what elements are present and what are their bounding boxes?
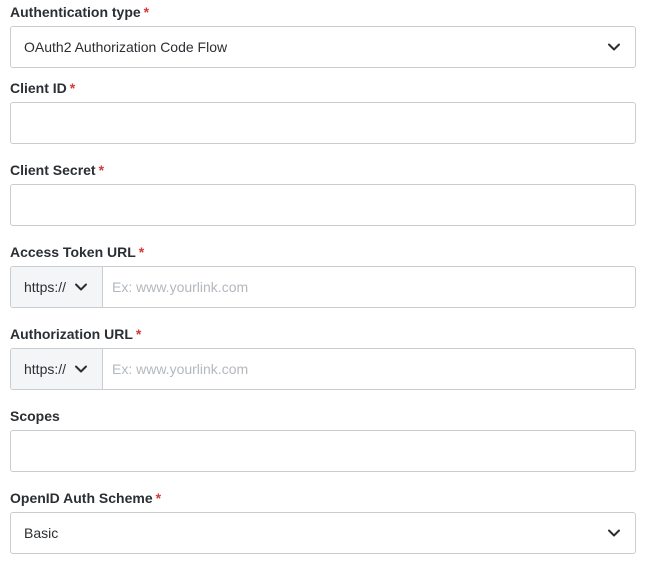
- openid-auth-scheme-label-text: OpenID Auth Scheme: [10, 490, 153, 506]
- authorization-protocol-select[interactable]: https://: [11, 349, 103, 389]
- authentication-type-label: Authentication type *: [10, 2, 636, 22]
- scopes-input[interactable]: [10, 430, 636, 472]
- access-token-protocol-select[interactable]: https://: [11, 267, 103, 307]
- client-secret-input[interactable]: [10, 184, 636, 226]
- client-secret-label-text: Client Secret: [10, 162, 96, 178]
- access-token-url-label: Access Token URL *: [10, 242, 636, 262]
- openid-auth-scheme-value: Basic: [24, 525, 59, 541]
- scopes-label: Scopes: [10, 408, 60, 424]
- authentication-type-select[interactable]: OAuth2 Authorization Code Flow: [10, 26, 636, 68]
- client-id-field: Client ID *: [10, 78, 636, 144]
- client-id-label-text: Client ID: [10, 80, 67, 96]
- authentication-type-field: Authentication type * OAuth2 Authorizatio…: [10, 2, 636, 68]
- chevron-down-icon: [75, 283, 88, 291]
- required-asterisk: *: [98, 162, 105, 178]
- client-secret-field: Client Secret *: [10, 160, 636, 226]
- access-token-url-input[interactable]: [103, 267, 635, 307]
- client-id-label: Client ID *: [10, 78, 636, 98]
- chevron-down-icon: [75, 365, 88, 373]
- authorization-url-field: Authorization URL * https://: [10, 324, 636, 390]
- authorization-protocol-value: https://: [24, 361, 67, 377]
- client-secret-label: Client Secret *: [10, 160, 636, 180]
- required-asterisk: *: [155, 490, 162, 506]
- scopes-field: Scopes: [10, 406, 636, 472]
- required-asterisk: *: [138, 244, 145, 260]
- access-token-url-field: Access Token URL * https://: [10, 242, 636, 308]
- access-token-url-group: https://: [10, 266, 636, 308]
- access-token-url-label-text: Access Token URL: [10, 244, 136, 260]
- required-asterisk: *: [69, 80, 76, 96]
- authentication-type-label-text: Authentication type: [10, 4, 141, 20]
- openid-auth-scheme-label: OpenID Auth Scheme *: [10, 488, 636, 508]
- chevron-down-icon: [608, 529, 620, 537]
- authorization-url-label-text: Authorization URL: [10, 326, 133, 342]
- authorization-url-input[interactable]: [103, 349, 635, 389]
- authentication-type-value: OAuth2 Authorization Code Flow: [24, 39, 228, 55]
- authorization-url-label: Authorization URL *: [10, 324, 636, 344]
- access-token-protocol-value: https://: [24, 279, 67, 295]
- openid-auth-scheme-field: OpenID Auth Scheme * Basic: [10, 488, 636, 554]
- authorization-url-group: https://: [10, 348, 636, 390]
- required-asterisk: *: [143, 4, 150, 20]
- openid-auth-scheme-select[interactable]: Basic: [10, 512, 636, 554]
- client-id-input[interactable]: [10, 102, 636, 144]
- chevron-down-icon: [608, 43, 620, 51]
- required-asterisk: *: [135, 326, 142, 342]
